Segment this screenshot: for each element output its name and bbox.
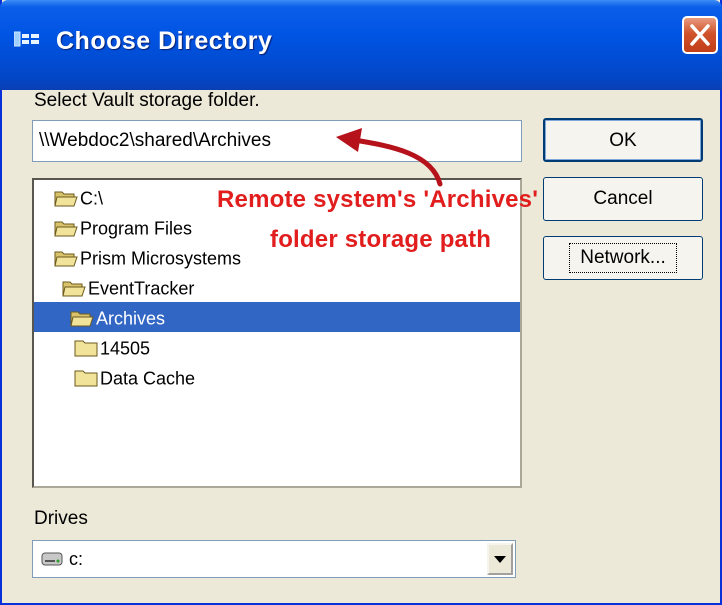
open-folder-icon: [62, 281, 86, 297]
open-folder-icon: [54, 251, 78, 267]
chevron-down-icon: [494, 556, 506, 563]
open-folder-icon: [54, 221, 78, 237]
open-folder-icon: [54, 191, 78, 207]
hard-drive-icon: [41, 552, 63, 566]
title-bar[interactable]: Choose Directory: [0, 0, 722, 90]
ok-button[interactable]: OK: [543, 118, 703, 162]
network-button[interactable]: Network...: [543, 236, 703, 280]
dialog-body: Select Vault storage folder. \\Webdoc2\s…: [2, 90, 720, 603]
folder-tree[interactable]: C:\ Program Files Prism Microsystems Eve…: [32, 178, 522, 488]
tree-item-program-files[interactable]: Program Files: [54, 212, 192, 242]
annotation-line-2: folder storage path: [270, 226, 492, 253]
close-x-icon: [690, 24, 710, 46]
prompt-label: Select Vault storage folder.: [34, 90, 260, 111]
choose-directory-dialog: Choose Directory Select Vault storage fo…: [0, 0, 722, 605]
tree-item-c-drive[interactable]: C:\: [54, 182, 103, 212]
folder-tree-icon: [14, 31, 39, 47]
closed-folder-icon: [74, 340, 98, 357]
tree-item-data-cache[interactable]: Data Cache: [74, 362, 195, 392]
cancel-button[interactable]: Cancel: [543, 177, 703, 221]
tree-item-archives[interactable]: Archives: [34, 302, 520, 332]
open-folder-icon: [70, 311, 94, 327]
tree-item-prism-microsystems[interactable]: Prism Microsystems: [54, 242, 241, 272]
network-button-label: Network...: [569, 243, 677, 273]
window-title: Choose Directory: [56, 27, 273, 55]
drives-dropdown[interactable]: c:: [32, 540, 516, 578]
drive-value: c:: [69, 549, 84, 569]
drives-label: Drives: [34, 508, 88, 529]
close-button[interactable]: [682, 16, 718, 54]
tree-item-14505[interactable]: 14505: [74, 332, 150, 362]
closed-folder-icon: [74, 370, 98, 387]
tree-item-eventtracker[interactable]: EventTracker: [62, 272, 194, 302]
annotation-arrow: [336, 128, 443, 187]
dropdown-arrow-button[interactable]: [487, 543, 513, 575]
annotation-line-1: Remote system's 'Archives': [217, 186, 539, 213]
